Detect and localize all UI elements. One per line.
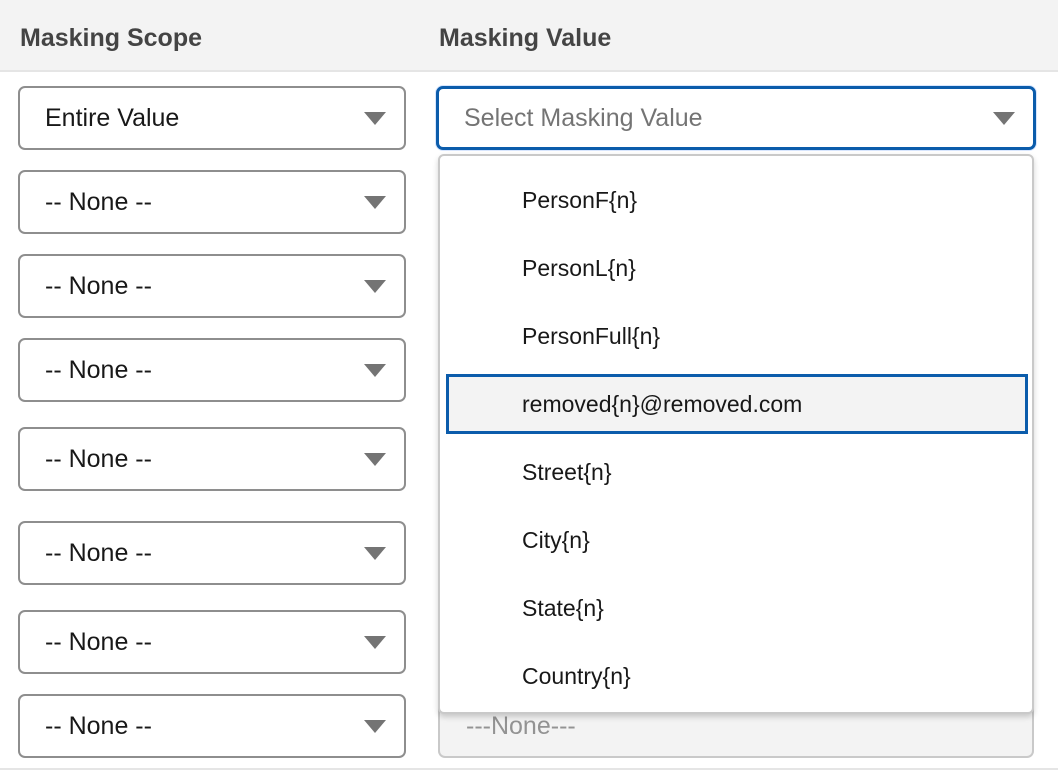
masking-scope-select-5[interactable]: -- None --: [18, 427, 406, 491]
caret-down-icon: [364, 636, 386, 649]
select-value: -- None --: [45, 271, 152, 300]
select-value: -- None --: [45, 444, 152, 473]
masking-scope-select-2[interactable]: -- None --: [18, 170, 406, 234]
dropdown-option-personfull[interactable]: PersonFull{n}: [446, 306, 1028, 366]
caret-down-icon: [364, 364, 386, 377]
dropdown-option-email[interactable]: removed{n}@removed.com: [446, 374, 1028, 434]
select-value: -- None --: [45, 355, 152, 384]
select-placeholder: Select Masking Value: [464, 103, 703, 132]
dropdown-option-state[interactable]: State{n}: [446, 578, 1028, 638]
masking-scope-select-8[interactable]: -- None --: [18, 694, 406, 758]
select-value: -- None --: [45, 627, 152, 656]
masking-value-select[interactable]: Select Masking Value: [436, 86, 1036, 150]
caret-down-icon: [993, 112, 1015, 125]
dropdown-option-personl[interactable]: PersonL{n}: [446, 238, 1028, 298]
select-value: -- None --: [45, 187, 152, 216]
column-header-masking-scope: Masking Scope: [20, 24, 202, 52]
caret-down-icon: [364, 453, 386, 466]
select-value: -- None --: [45, 538, 152, 567]
masking-scope-select-1[interactable]: Entire Value: [18, 86, 406, 150]
dropdown-option-city[interactable]: City{n}: [446, 510, 1028, 570]
caret-down-icon: [364, 720, 386, 733]
dropdown-option-personf[interactable]: PersonF{n}: [446, 170, 1028, 230]
caret-down-icon: [364, 196, 386, 209]
caret-down-icon: [364, 112, 386, 125]
masking-scope-select-6[interactable]: -- None --: [18, 521, 406, 585]
caret-down-icon: [364, 280, 386, 293]
masking-scope-select-4[interactable]: -- None --: [18, 338, 406, 402]
caret-down-icon: [364, 547, 386, 560]
masking-scope-select-3[interactable]: -- None --: [18, 254, 406, 318]
masking-value-dropdown: PersonF{n} PersonL{n} PersonFull{n} remo…: [438, 154, 1034, 714]
row-divider: [0, 768, 1058, 770]
dropdown-option-country[interactable]: Country{n}: [446, 646, 1028, 706]
dropdown-option-street[interactable]: Street{n}: [446, 442, 1028, 502]
select-value: -- None --: [45, 711, 152, 740]
masking-scope-select-7[interactable]: -- None --: [18, 610, 406, 674]
select-value: Entire Value: [45, 103, 180, 132]
column-header-masking-value: Masking Value: [439, 24, 612, 52]
table-header: Masking Scope Masking Value: [0, 0, 1058, 72]
